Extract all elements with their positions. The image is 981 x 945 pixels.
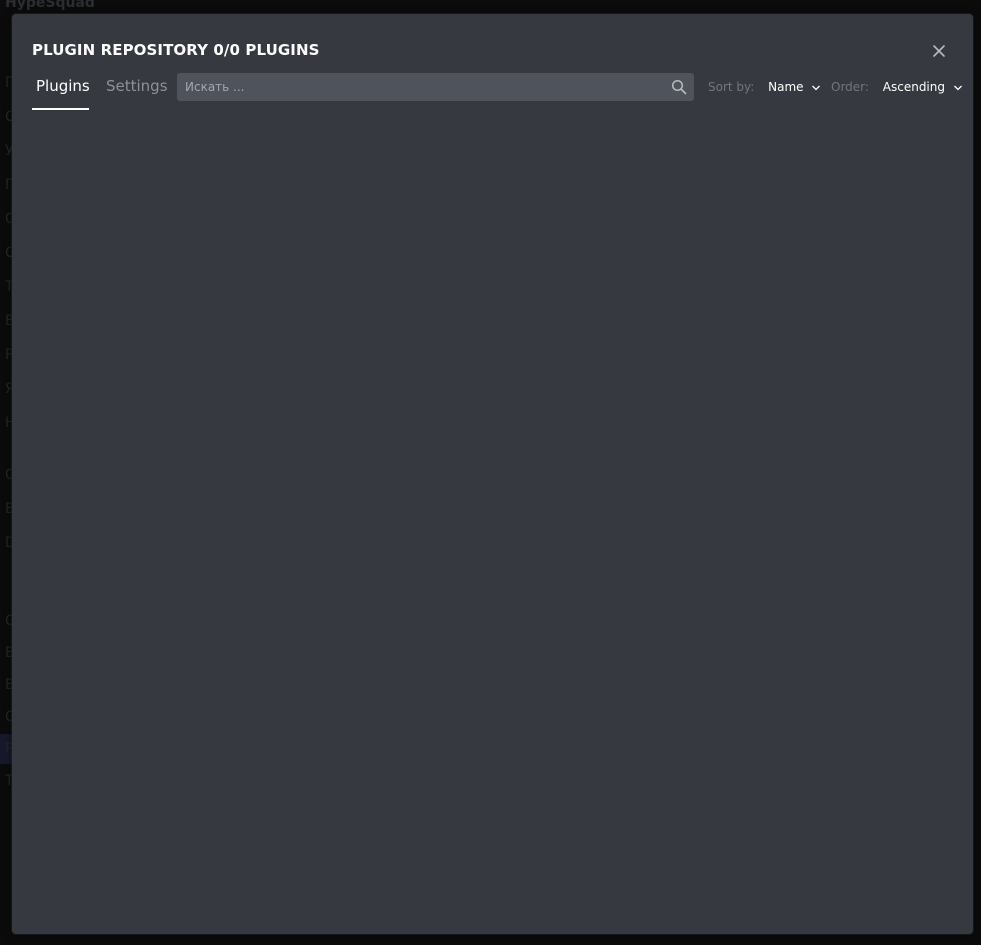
sort-by-value: Name [768,80,804,94]
search-bar [177,73,694,101]
order-control: Order: Ascending [831,80,963,96]
modal-title: PLUGIN REPOSITORY 0/0 PLUGINS [32,41,320,59]
chevron-down-icon [812,85,821,90]
chevron-down-icon [953,85,962,90]
sort-by-dropdown[interactable]: Name [768,80,821,94]
sort-by-label: Sort by: [708,80,755,94]
background-heading: HypeSquad [5,0,95,11]
order-label: Order: [831,80,869,94]
order-value: Ascending [882,80,945,94]
order-dropdown[interactable]: Ascending [883,80,963,94]
close-button[interactable] [930,42,948,60]
active-tab-indicator [32,108,89,110]
search-input[interactable] [177,73,657,101]
sort-by-control: Sort by: Name [708,80,821,96]
close-icon [933,45,945,57]
tab-plugins[interactable]: Plugins [36,74,90,98]
tab-settings[interactable]: Settings [106,74,168,98]
plugin-repository-modal: PLUGIN REPOSITORY 0/0 PLUGINS Plugins Se… [12,14,973,934]
search-icon [671,79,687,95]
